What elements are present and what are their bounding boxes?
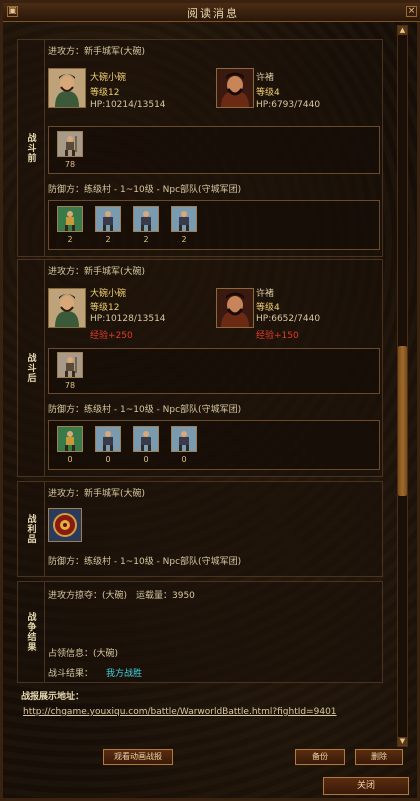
section-label-after: 战斗后	[18, 260, 45, 476]
watch-animation-button[interactable]: 观看动画战报	[103, 749, 173, 765]
attacker-units-panel: 78	[48, 126, 380, 174]
defender-line: 防御方：练级村 - 1~10级 - Npc部队(守城军团)	[48, 557, 242, 567]
hero-portrait-xuchu	[216, 288, 254, 328]
spearman-unit-icon	[57, 206, 83, 232]
spearman-unit-icon	[57, 426, 83, 452]
window-title: 阅读消息	[187, 7, 239, 20]
hero1-exp: 经验+250	[90, 331, 133, 341]
close-icon[interactable]: ×	[406, 6, 417, 17]
hero1-name: 大碗小碗	[90, 73, 127, 83]
guard-unit-icon	[95, 206, 121, 232]
scroll-up-icon[interactable]: ▲	[398, 26, 407, 35]
scroll-thumb[interactable]	[398, 346, 407, 496]
attacker-units-panel: 78	[48, 348, 380, 394]
guard-unit-icon	[133, 426, 159, 452]
hero-portrait-xuchu	[216, 68, 254, 108]
infantry-unit-icon	[57, 352, 83, 378]
title-bar: ▣ 阅读消息 ×	[3, 3, 420, 22]
section-label-result: 战争结果	[18, 582, 45, 682]
treasure-item-icon[interactable]	[48, 508, 82, 542]
section-after-battle: 战斗后 进攻方：新手城军(大碗) 大碗小碗 等级12 HP:10128/1351…	[17, 259, 383, 477]
unit-count: 0	[181, 455, 187, 464]
guard-unit-icon	[95, 426, 121, 452]
hero1-hp: HP:10214/13514	[90, 100, 166, 110]
unit-count: 0	[105, 455, 111, 464]
hero1-level: 等级12	[90, 303, 120, 313]
hero-portrait-dawan	[48, 68, 86, 108]
section-label-before: 战斗前	[18, 40, 45, 256]
unit-count: 2	[143, 235, 149, 244]
battle-outcome-value: 我方战胜	[106, 669, 143, 679]
message-window: ▣ 阅读消息 × 战斗前 进攻方：新手城军(大碗) 大碗小碗 等级12 HP:1…	[0, 0, 420, 801]
close-button[interactable]: 关闭	[323, 777, 409, 795]
guard-unit-icon	[171, 426, 197, 452]
defender-units-panel: 0 0 0 0	[48, 420, 380, 470]
hero2-name: 许褚	[256, 73, 275, 83]
hero2-hp: HP:6793/7440	[256, 100, 321, 110]
plunder-info: 进攻方掠夺：(大碗)	[48, 591, 128, 601]
defender-units-panel: 2 2 2 2	[48, 200, 380, 250]
unit-count: 78	[64, 160, 76, 169]
battle-outcome-label: 战斗结果：	[48, 669, 94, 679]
attacker-line: 进攻方：新手城军(大碗)	[48, 489, 146, 499]
section-before-battle: 战斗前 进攻方：新手城军(大碗) 大碗小碗 等级12 HP:10214/1351…	[17, 39, 383, 257]
report-heading: 战报展示地址：	[21, 692, 85, 702]
hero-portrait-dawan	[48, 288, 86, 328]
scroll-down-icon[interactable]: ▼	[398, 737, 407, 746]
unit-count: 0	[67, 455, 73, 464]
report-url-link[interactable]: http://chgame.youxiqu.com/battle/Warworl…	[23, 707, 337, 717]
guard-unit-icon	[171, 206, 197, 232]
attacker-line: 进攻方：新手城军(大碗)	[48, 47, 146, 57]
unit-count: 0	[143, 455, 149, 464]
hero2-hp: HP:6652/7440	[256, 314, 321, 324]
backup-button[interactable]: 备份	[295, 749, 345, 765]
unit-count: 2	[105, 235, 111, 244]
section-spoils: 战利品 进攻方：新手城军(大碗) 防御方：练级村 - 1~10级 - Npc部队…	[17, 481, 383, 577]
infantry-unit-icon	[57, 131, 83, 157]
unit-count: 2	[181, 235, 187, 244]
hero1-level: 等级12	[90, 88, 120, 98]
scrollbar[interactable]: ▲ ▼	[397, 25, 408, 747]
section-label-spoils: 战利品	[18, 482, 45, 576]
defender-line: 防御方：练级村 - 1~10级 - Npc部队(守城军团)	[48, 405, 242, 415]
guard-unit-icon	[133, 206, 159, 232]
hero1-hp: HP:10128/13514	[90, 314, 166, 324]
occupy-info: 占领信息：(大碗)	[48, 649, 119, 659]
unit-count: 78	[64, 381, 76, 390]
hero2-level: 等级4	[256, 88, 280, 98]
hero2-level: 等级4	[256, 303, 280, 313]
load-info: 运载量：3950	[136, 591, 195, 601]
attacker-line: 进攻方：新手城军(大碗)	[48, 267, 146, 277]
defender-line: 防御方：练级村 - 1~10级 - Npc部队(守城军团)	[48, 185, 242, 195]
section-result: 战争结果 进攻方掠夺：(大碗) 运载量：3950 占领信息：(大碗) 战斗结果：…	[17, 581, 383, 683]
delete-button[interactable]: 删除	[355, 749, 403, 765]
hero2-exp: 经验+150	[256, 331, 299, 341]
hero2-name: 许褚	[256, 289, 275, 299]
unit-count: 2	[67, 235, 73, 244]
hero1-name: 大碗小碗	[90, 289, 127, 299]
